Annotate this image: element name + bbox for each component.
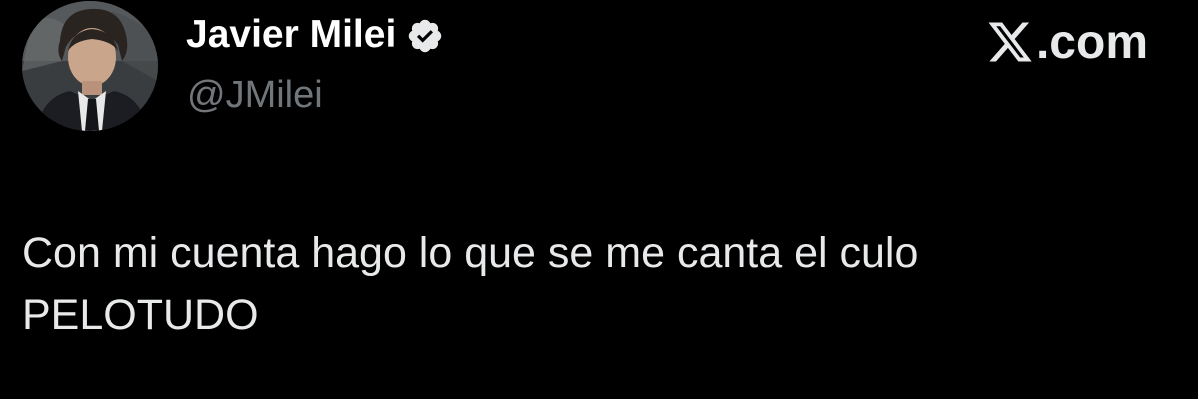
avatar-photo: [22, 1, 158, 131]
verified-badge-icon: [406, 17, 444, 55]
display-name[interactable]: Javier Milei: [186, 13, 396, 57]
x-logo-icon: [986, 18, 1034, 66]
tweet-text-line: PELOTUDO: [22, 291, 259, 339]
brand-watermark: .com: [986, 12, 1148, 72]
tweet-text-line: Con mi cuenta hago lo que se me canta el…: [22, 229, 919, 277]
avatar[interactable]: [22, 1, 158, 131]
tweet-card: Javier Milei @JMilei .com Con mi cuenta …: [0, 0, 1198, 399]
tweet-text: Con mi cuenta hago lo que se me canta el…: [22, 222, 1172, 346]
brand-domain: .com: [1035, 15, 1148, 69]
author-name-row: Javier Milei: [186, 10, 444, 60]
author-handle[interactable]: @JMilei: [187, 74, 323, 117]
